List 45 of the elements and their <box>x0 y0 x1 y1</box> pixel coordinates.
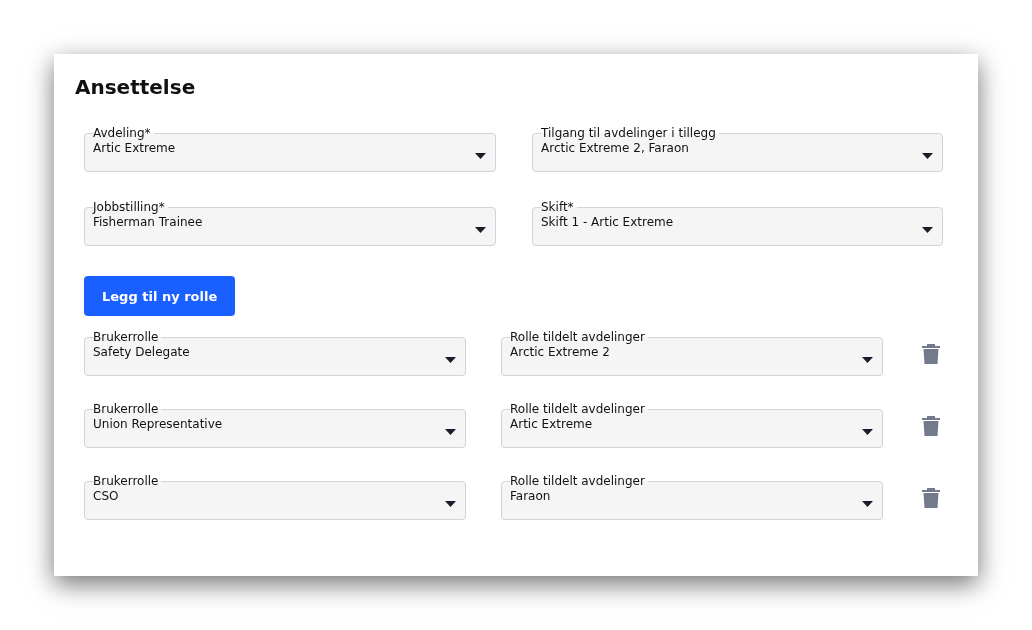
field-value: Arctic Extreme 2 <box>510 344 611 360</box>
caret-icon <box>922 227 933 233</box>
caret-icon <box>862 357 873 363</box>
field-label: Brukerrolle <box>93 474 160 488</box>
trash-icon[interactable] <box>922 414 940 436</box>
caret-icon <box>862 501 873 507</box>
field-value: Skift 1 - Artic Extreme <box>541 214 675 230</box>
dropdown-field[interactable]: Rolle tildelt avdelinger Artic Extreme <box>501 402 883 448</box>
field-label: Tilgang til avdelinger i tillegg <box>541 126 717 140</box>
dropdown-field[interactable]: Brukerrolle Union Representative <box>84 402 466 448</box>
field-label: Brukerrolle <box>93 330 160 344</box>
field-label: Rolle tildelt avdelinger <box>510 402 646 416</box>
dropdown-field[interactable]: Rolle tildelt avdelinger Arctic Extreme 2 <box>501 330 883 376</box>
dropdown-field[interactable]: Brukerrolle CSO <box>84 474 466 520</box>
field-label: Jobbstilling* <box>93 200 166 214</box>
caret-icon <box>445 501 456 507</box>
field-label: Brukerrolle <box>93 402 160 416</box>
dropdown-field[interactable]: Jobbstilling* Fisherman Trainee <box>84 200 496 246</box>
dropdown-field[interactable]: Skift* Skift 1 - Artic Extreme <box>532 200 943 246</box>
dropdown-field[interactable]: Tilgang til avdelinger i tillegg Arctic Extreme 2, Faraon <box>532 126 943 172</box>
trash-icon[interactable] <box>922 342 940 364</box>
field-value: Union Representative <box>93 416 224 432</box>
add-role-button[interactable]: Legg til ny rolle <box>84 276 236 316</box>
trash-icon[interactable] <box>922 486 940 508</box>
caret-icon <box>922 153 933 159</box>
dropdown-field[interactable]: Brukerrolle Safety Delegate <box>84 330 466 376</box>
caret-icon <box>862 429 873 435</box>
field-label: Skift* <box>541 200 575 214</box>
field-value: Artic Extreme <box>93 140 177 156</box>
field-label: Rolle tildelt avdelinger <box>510 474 646 488</box>
field-value: Arctic Extreme 2, Faraon <box>541 140 690 156</box>
field-label: Rolle tildelt avdelinger <box>510 330 646 344</box>
field-value: Faraon <box>510 488 552 504</box>
caret-icon <box>475 227 486 233</box>
caret-icon <box>475 153 486 159</box>
dropdown-field[interactable]: Avdeling* Artic Extreme <box>84 126 496 172</box>
field-label: Avdeling* <box>93 126 152 140</box>
field-value: Fisherman Trainee <box>93 214 204 230</box>
field-value: CSO <box>93 488 120 504</box>
caret-icon <box>445 357 456 363</box>
field-value: Artic Extreme <box>510 416 594 432</box>
section-title: Ansettelse <box>75 74 197 101</box>
dropdown-field[interactable]: Rolle tildelt avdelinger Faraon <box>501 474 883 520</box>
field-value: Safety Delegate <box>93 344 191 360</box>
caret-icon <box>445 429 456 435</box>
